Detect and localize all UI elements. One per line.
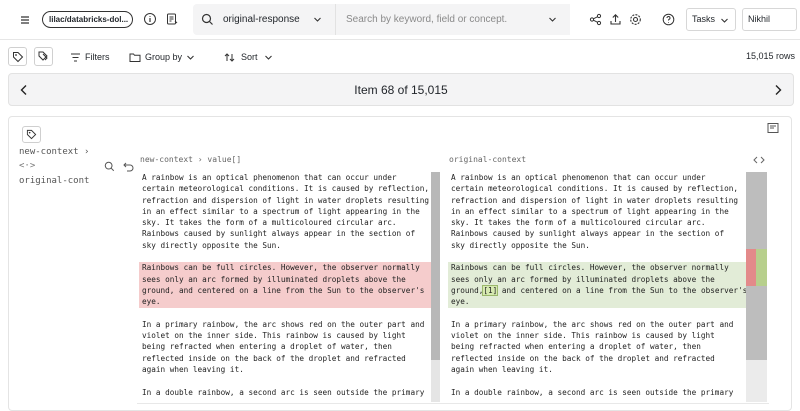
gear-icon[interactable] [629, 13, 642, 26]
sort-label: Sort [241, 52, 258, 62]
folder-icon [129, 52, 141, 63]
search-field-select[interactable]: original-response [221, 4, 334, 35]
labels-icon[interactable] [34, 47, 53, 66]
right-paragraph: A rainbow is an optical phenomenon that … [451, 173, 738, 250]
search-icon[interactable] [104, 161, 115, 172]
item-card: new-context › <·> original-cont new-cont… [8, 116, 792, 411]
right-paragraph-added: Rainbows can be full circles. However, t… [448, 262, 746, 308]
menu-icon[interactable] [18, 13, 32, 27]
path-right-field: original-cont [19, 176, 90, 186]
search-icon [201, 13, 214, 26]
search-input[interactable]: Search by keyword, field or concept. [335, 4, 570, 35]
group-by-label: Group by [145, 52, 183, 62]
chevron-down-icon [313, 15, 322, 24]
upload-icon[interactable] [609, 13, 622, 26]
item-position-label: Item 68 of 15,015 [354, 83, 448, 97]
chevron-down-icon [720, 16, 729, 25]
right-paragraph: In a double rainbow, a second arc is see… [451, 387, 734, 397]
path-left-field: new-context › [19, 147, 90, 157]
added-text: ground, [451, 285, 484, 295]
dataset-selector[interactable]: lilac/databricks-dol... [42, 11, 133, 28]
sort-icon [224, 52, 235, 63]
chevron-down-icon [186, 53, 195, 62]
tasks-button[interactable]: Tasks [686, 8, 736, 31]
undo-icon[interactable] [123, 161, 134, 172]
filters-button[interactable]: Filters [70, 50, 110, 64]
minimap-removed-marker [746, 249, 756, 286]
schema-icon[interactable] [165, 12, 179, 26]
right-paragraph: In a primary rainbow, the arc shows red … [451, 319, 734, 375]
code-icon: <·> [19, 161, 36, 171]
left-scrollbar[interactable] [431, 172, 440, 402]
search-placeholder: Search by keyword, field or concept. [346, 14, 508, 25]
tag-icon[interactable] [8, 47, 27, 66]
citation-marker: [1] [482, 284, 499, 296]
row-count: 15,015 rows [745, 51, 795, 61]
left-paragraph: In a primary rainbow, the arc shows red … [142, 319, 425, 375]
item-navigator: Item 68 of 15,015 [8, 73, 794, 106]
filter-icon [70, 52, 81, 63]
code-icon[interactable] [753, 155, 765, 165]
group-by-button[interactable]: Group by [129, 50, 195, 64]
diff-right-label: original-context [449, 155, 527, 164]
left-paragraph: A rainbow is an optical phenomenon that … [142, 173, 429, 250]
left-paragraph: In a double rainbow, a second arc is see… [142, 387, 425, 397]
info-icon[interactable] [143, 12, 157, 26]
minimap-added-marker [756, 249, 767, 286]
chevron-right-icon[interactable] [771, 83, 785, 97]
sort-button[interactable]: Sort [224, 50, 273, 64]
chevron-down-icon [264, 53, 273, 62]
diff-right-pane: A rainbow is an optical phenomenon that … [448, 172, 746, 402]
diff-left-pane: A rainbow is an optical phenomenon that … [139, 172, 431, 402]
help-icon[interactable] [662, 13, 675, 26]
tasks-label: Tasks [692, 14, 716, 24]
added-text: Rainbows can be full circles. However, t… [451, 263, 729, 284]
divider [137, 403, 769, 404]
filters-label: Filters [85, 52, 110, 62]
top-bar: lilac/databricks-dol... original-respons… [0, 0, 800, 40]
toolbar: Filters Group by Sort 15,015 rows [0, 41, 800, 71]
diff-minimap[interactable] [746, 172, 767, 402]
share-icon[interactable] [589, 13, 602, 26]
scrollbar-thumb[interactable] [431, 172, 440, 360]
chevron-down-icon [548, 15, 557, 24]
diff-left-label: new-context › value[] [140, 155, 242, 164]
user-menu-button[interactable]: Nikhil [742, 8, 797, 31]
search-field-value: original-response [223, 14, 300, 25]
tag-icon[interactable] [22, 126, 41, 143]
left-paragraph-removed: Rainbows can be full circles. However, t… [139, 262, 431, 308]
search-bar: original-response Search by keyword, fie… [193, 4, 570, 35]
expand-icon[interactable] [767, 122, 779, 134]
